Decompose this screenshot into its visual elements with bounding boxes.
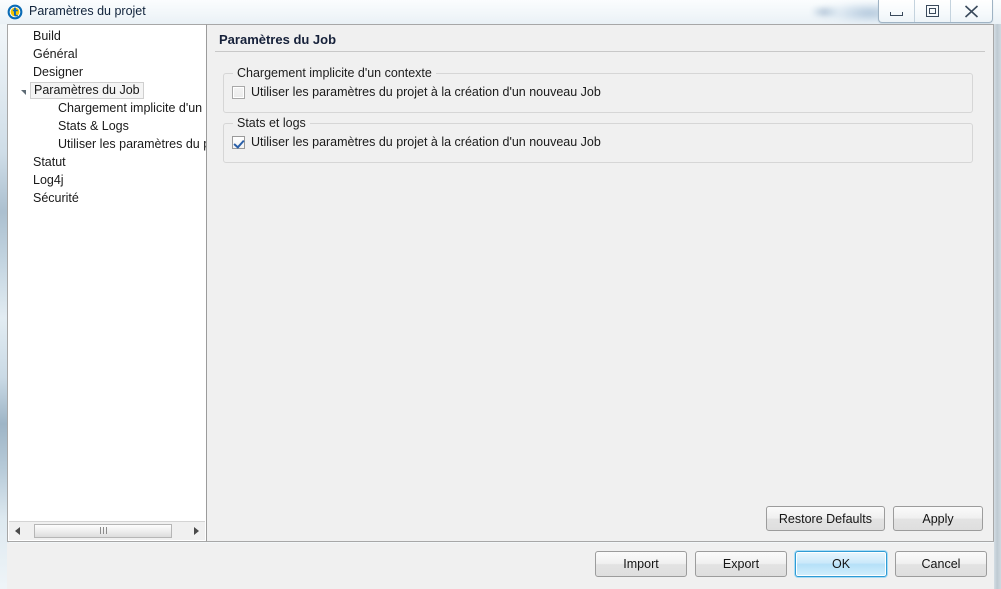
stats-logs-checkbox-label: Utiliser les paramètres du projet à la c…: [251, 135, 601, 149]
restore-icon: [926, 5, 939, 17]
window-title: Paramètres du projet: [29, 4, 146, 18]
group-title: Stats et logs: [233, 116, 310, 130]
scroll-left-icon: [15, 527, 20, 535]
tree-collapsed-icon[interactable]: [16, 49, 31, 59]
tree-item-label: Build: [33, 29, 61, 43]
tree-item-label: Stats & Logs: [58, 119, 129, 133]
dialog-footer: Import Export OK Cancel: [7, 543, 994, 589]
title-separator: [215, 51, 985, 52]
page-title: Paramètres du Job: [219, 32, 337, 47]
export-button[interactable]: Export: [695, 551, 787, 577]
tree-horizontal-scrollbar[interactable]: [9, 521, 205, 540]
implicit-context-checkbox[interactable]: [232, 85, 245, 99]
tree-item-label: Paramètres du Job: [30, 81, 144, 99]
cancel-button[interactable]: Cancel: [895, 551, 987, 577]
tree-item[interactable]: Paramètres du Job: [8, 81, 206, 99]
tree-item-label: Sécurité: [33, 191, 79, 205]
scroll-right-icon: [194, 527, 199, 535]
chevron-down-icon: [21, 89, 26, 95]
tree-collapsed-icon[interactable]: [16, 31, 31, 41]
group-implicit-context: Chargement implicite d'un contexte Utili…: [223, 66, 973, 113]
tree-item[interactable]: Utiliser les paramètres du pro: [8, 135, 206, 153]
scrollbar-thumb[interactable]: [34, 523, 172, 538]
dialog-body: Build Général Designer Paramètres du Job Cha…: [7, 24, 994, 542]
stats-logs-checkbox-row[interactable]: Utiliser les paramètres du projet à la c…: [232, 135, 601, 149]
settings-tree[interactable]: Build Général Designer Paramètres du Job Cha…: [8, 27, 206, 513]
tree-item[interactable]: Build: [8, 27, 206, 45]
tree-item-label: Statut: [33, 155, 66, 169]
tree-item-label: Chargement implicite d'un co: [58, 101, 206, 115]
restore-button[interactable]: [915, 0, 951, 22]
minimize-icon: [890, 11, 903, 16]
chevron-right-icon: [19, 67, 27, 77]
window-border-right: [994, 0, 1001, 589]
window-controls: [878, 0, 993, 23]
settings-tree-panel: Build Général Designer Paramètres du Job Cha…: [7, 24, 207, 542]
ok-button[interactable]: OK: [795, 551, 887, 577]
tree-expanded-icon[interactable]: [16, 88, 31, 95]
implicit-context-checkbox-row[interactable]: Utiliser les paramètres du projet à la c…: [232, 85, 601, 99]
scroll-right-button[interactable]: [188, 522, 205, 540]
tree-collapsed-icon[interactable]: [16, 67, 31, 77]
chevron-right-icon: [19, 31, 27, 41]
tree-item[interactable]: Log4j: [8, 171, 206, 189]
panel-action-buttons: Restore Defaults Apply: [765, 506, 983, 531]
tree-item[interactable]: Statut: [8, 153, 206, 171]
dialog-action-buttons: Import Export OK Cancel: [595, 551, 987, 577]
tree-item[interactable]: Stats & Logs: [8, 117, 206, 135]
restore-defaults-button[interactable]: Restore Defaults: [765, 506, 885, 531]
tree-item[interactable]: Designer: [8, 63, 206, 81]
implicit-context-checkbox-label: Utiliser les paramètres du projet à la c…: [251, 85, 601, 99]
tree-item[interactable]: Sécurité: [8, 189, 206, 207]
title-bar[interactable]: Paramètres du projet: [0, 0, 1001, 24]
scrollbar-grip-icon: [99, 527, 107, 534]
close-button[interactable]: [951, 0, 992, 22]
close-icon: [964, 4, 979, 18]
chevron-right-icon: [19, 49, 27, 59]
minimize-button[interactable]: [879, 0, 915, 22]
scroll-left-button[interactable]: [9, 522, 26, 540]
tree-item-label: Général: [33, 47, 78, 61]
tree-item-label: Designer: [33, 65, 84, 79]
talend-logo-icon: [7, 4, 23, 20]
stats-logs-checkbox[interactable]: [232, 135, 245, 149]
import-button[interactable]: Import: [595, 551, 687, 577]
project-settings-dialog: Paramètres du projet Build Général Designe…: [0, 0, 1001, 589]
group-stats-and-logs: Stats et logs Utiliser les paramètres du…: [223, 116, 973, 163]
tree-item-label: Utiliser les paramètres du pro: [58, 137, 206, 151]
tree-item[interactable]: Général: [8, 45, 206, 63]
group-title: Chargement implicite d'un contexte: [233, 66, 436, 80]
settings-content-panel: Paramètres du Job Chargement implicite d…: [207, 24, 994, 542]
apply-button[interactable]: Apply: [893, 506, 983, 531]
tree-item[interactable]: Chargement implicite d'un co: [8, 99, 206, 117]
scrollbar-track[interactable]: [26, 522, 188, 540]
tree-item-label: Log4j: [33, 173, 64, 187]
